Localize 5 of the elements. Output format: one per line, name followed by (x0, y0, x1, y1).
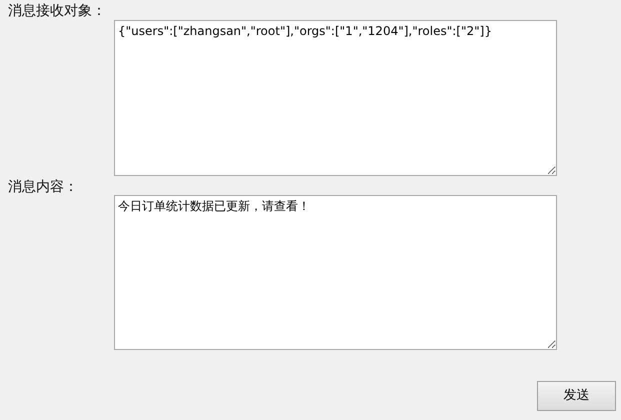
field-label: 消息接收对象： (8, 2, 106, 20)
message-field[interactable]: 今日订单统计数据已更新，请查看！ (114, 195, 557, 350)
field-label: 消息内容： (8, 178, 78, 196)
recipients-field[interactable]: {"users":["zhangsan","root"],"orgs":["1","1204"],"roles":["2"]} (114, 20, 557, 176)
send-button[interactable]: 发送 (537, 381, 616, 411)
